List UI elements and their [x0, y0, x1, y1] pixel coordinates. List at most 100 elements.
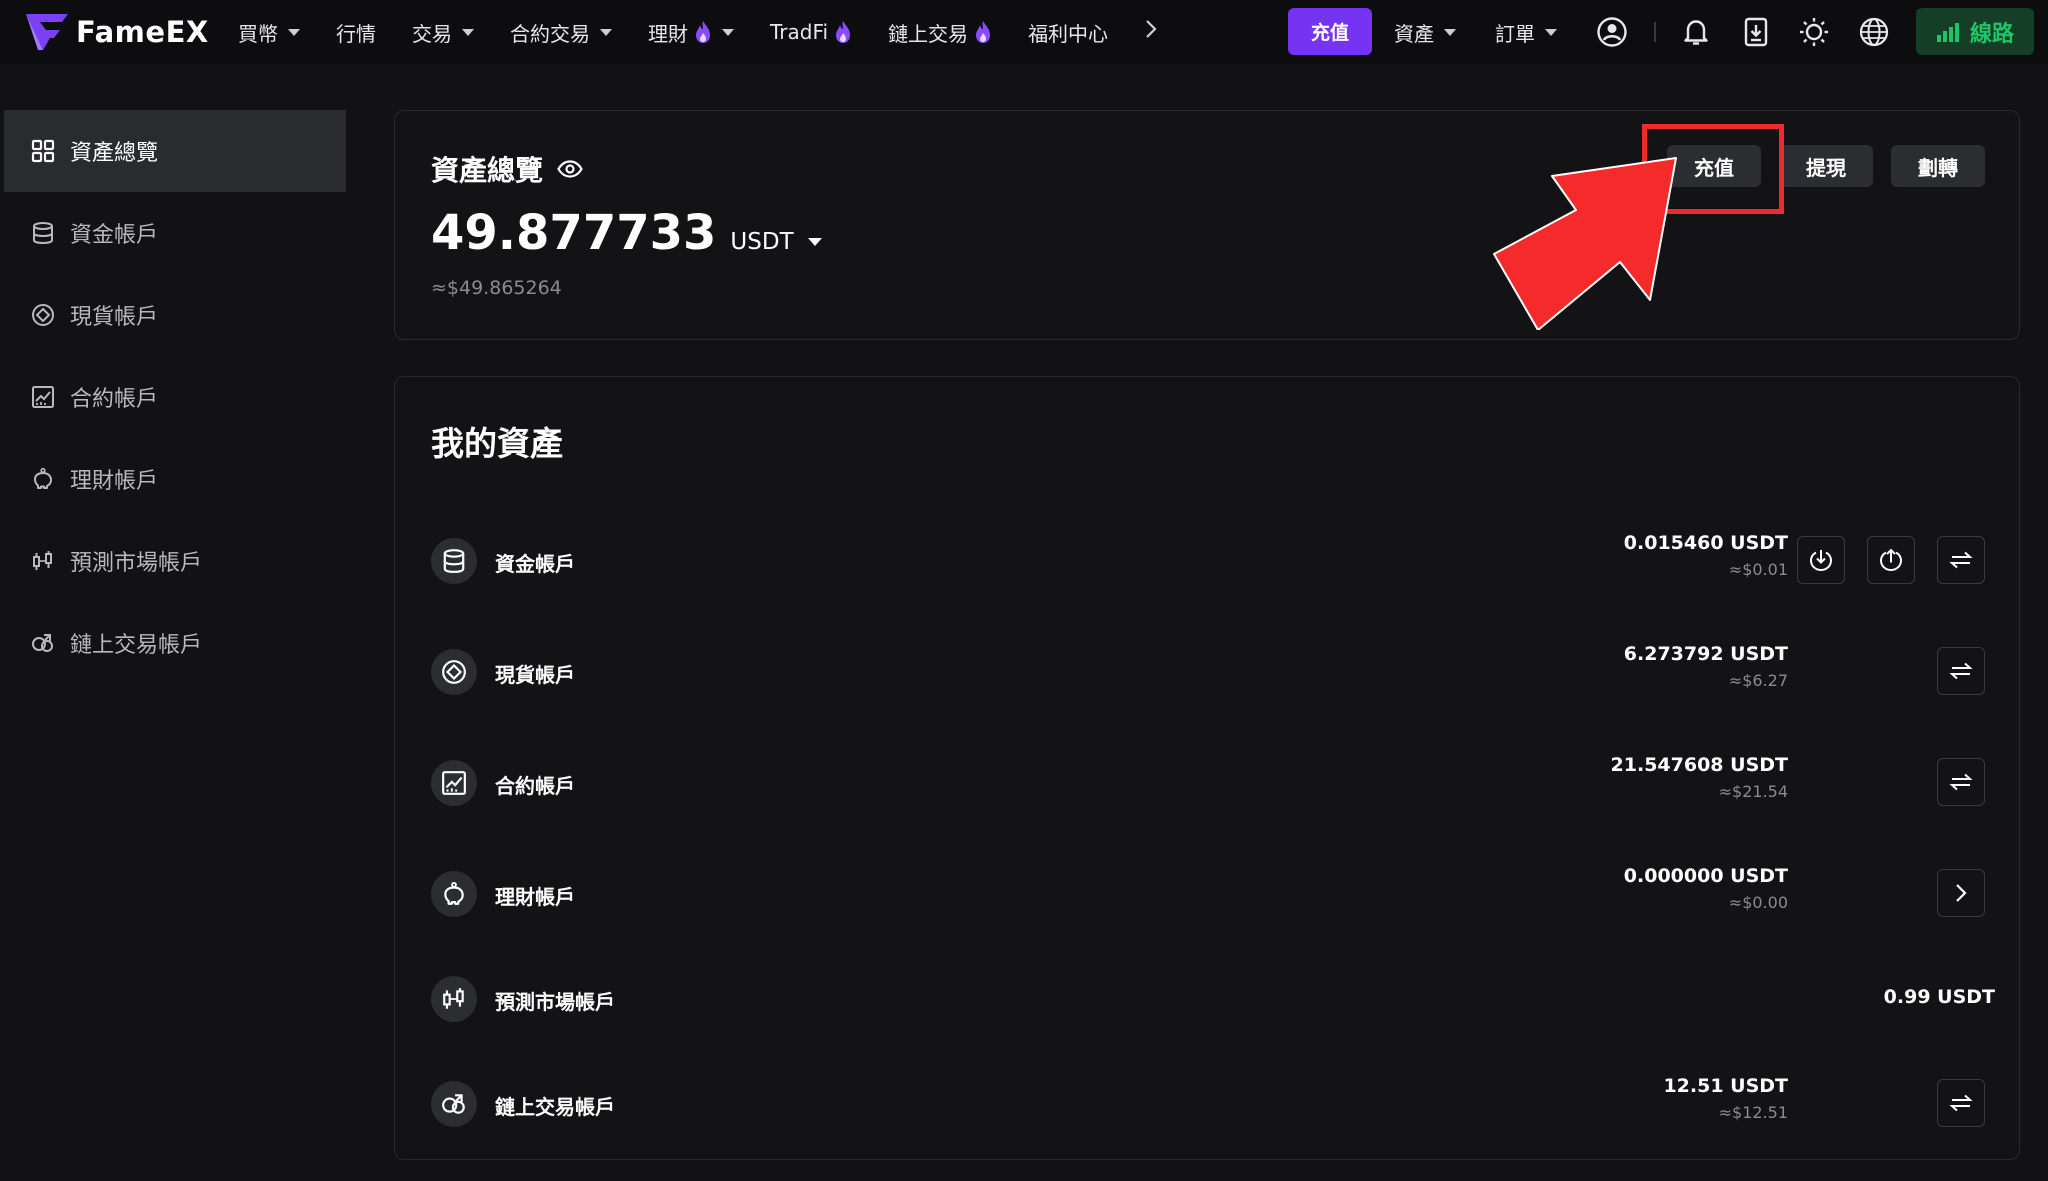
- asset-name: 資金帳戶: [495, 552, 575, 576]
- asset-row-earn: 理財帳戶 0.000000 USDT ≈$0.00: [431, 865, 1995, 925]
- transfer-button[interactable]: 劃轉: [1891, 145, 1985, 187]
- nav-label: 合約交易: [510, 21, 590, 46]
- eye-icon[interactable]: [557, 160, 583, 178]
- candles-icon: [30, 548, 56, 574]
- caret-down-icon: [462, 28, 474, 36]
- asset-amount: 12.51 USDT: [1663, 1075, 1788, 1097]
- transfer-icon[interactable]: [1937, 1079, 1985, 1127]
- asset-usd: ≈$12.51: [1718, 1103, 1788, 1122]
- nav-futures[interactable]: 合約交易: [510, 18, 612, 47]
- top-navbar: FameEX 買幣 行情 交易 合約交易 理財 TradFi 鏈上交易 福利中心…: [0, 0, 2048, 64]
- asset-name: 理財帳戶: [495, 885, 575, 909]
- caret-down-icon: [722, 28, 734, 36]
- sidebar-item-label: 理財帳戶: [70, 469, 159, 494]
- nav-label: 行情: [336, 21, 376, 46]
- chevron-right-icon[interactable]: [1144, 19, 1158, 45]
- asset-row-futures: 合約帳戶 21.547608 USDT ≈$21.54: [431, 754, 1995, 814]
- download-app-icon[interactable]: [1738, 14, 1774, 50]
- nav-markets[interactable]: 行情: [336, 18, 376, 47]
- total-usd-approx: ≈$49.865264: [431, 277, 562, 299]
- asset-name: 現貨帳戶: [495, 663, 575, 687]
- asset-amount: 0.000000 USDT: [1623, 865, 1788, 887]
- sidebar: 資產總覽 資金帳戶 現貨帳戶 合約帳戶 理財帳戶 預測市場帳戶 鏈上交易帳戶: [0, 64, 346, 1181]
- asset-row-prediction: 預測市場帳戶 0.99 USDT: [431, 970, 1995, 1030]
- withdraw-icon[interactable]: [1867, 536, 1915, 584]
- orders-menu[interactable]: 訂單: [1495, 18, 1557, 47]
- nav-buy-crypto[interactable]: 買幣: [238, 18, 300, 47]
- asset-usd: ≈$21.54: [1718, 782, 1788, 801]
- asset-name: 預測市場帳戶: [495, 990, 615, 1014]
- sidebar-item-label: 資金帳戶: [70, 223, 159, 248]
- asset-amount: 0.015460 USDT: [1623, 532, 1788, 554]
- nav-onchain[interactable]: 鏈上交易: [888, 18, 992, 47]
- sidebar-item-spot[interactable]: 現貨帳戶: [4, 274, 346, 356]
- nav-tradfi[interactable]: TradFi: [770, 20, 852, 44]
- spot-icon: [30, 302, 56, 328]
- piggy-icon: [431, 871, 477, 917]
- sidebar-item-prediction[interactable]: 預測市場帳戶: [4, 520, 346, 602]
- deposit-icon[interactable]: [1797, 536, 1845, 584]
- caret-down-icon: [288, 28, 300, 36]
- assets-menu[interactable]: 資產: [1394, 18, 1456, 47]
- asset-amount: 0.99 USDT: [1883, 986, 1995, 1008]
- sidebar-item-earn[interactable]: 理財帳戶: [4, 438, 346, 520]
- chart-icon: [431, 760, 477, 806]
- menu-label: 資產: [1394, 22, 1434, 46]
- sidebar-item-futures[interactable]: 合約帳戶: [4, 356, 346, 438]
- nav-earn[interactable]: 理財: [648, 18, 734, 47]
- user-icon[interactable]: [1594, 14, 1630, 50]
- fameex-logo-icon: [26, 14, 68, 50]
- grid-icon: [30, 138, 56, 164]
- asset-usd: ≈$0.01: [1728, 560, 1788, 579]
- nav-trade[interactable]: 交易: [412, 18, 474, 47]
- nav-rewards[interactable]: 福利中心: [1028, 18, 1108, 47]
- nav-label: 交易: [412, 21, 452, 46]
- divider: [1654, 22, 1656, 42]
- theme-sun-icon[interactable]: [1796, 14, 1832, 50]
- sidebar-item-overview[interactable]: 資產總覽: [4, 110, 346, 192]
- asset-name: 合約帳戶: [495, 774, 575, 798]
- database-icon: [30, 220, 56, 246]
- sidebar-item-funding[interactable]: 資金帳戶: [4, 192, 346, 274]
- flame-icon: [696, 21, 710, 43]
- transfer-icon[interactable]: [1937, 758, 1985, 806]
- signal-icon: [1936, 22, 1959, 42]
- bell-icon[interactable]: [1678, 14, 1714, 50]
- caret-down-icon: [807, 238, 822, 246]
- top-deposit-button[interactable]: 充值: [1288, 8, 1372, 55]
- network-line-button[interactable]: 線路: [1916, 8, 2034, 55]
- asset-value: 0.000000 USDT ≈$0.00: [1624, 865, 1788, 912]
- main-nav: 買幣 行情 交易 合約交易 理財 TradFi 鏈上交易 福利中心: [238, 0, 1158, 64]
- asset-amount: 6.273792 USDT: [1623, 643, 1788, 665]
- currency-selector[interactable]: USDT: [730, 229, 822, 255]
- currency-label: USDT: [730, 229, 794, 255]
- transfer-icon[interactable]: [1937, 647, 1985, 695]
- sidebar-item-onchain[interactable]: 鏈上交易帳戶: [4, 602, 346, 684]
- sidebar-item-label: 資產總覽: [70, 141, 159, 166]
- brand-name: FameEX: [76, 15, 209, 49]
- asset-value: 6.273792 USDT ≈$6.27: [1624, 643, 1788, 690]
- globe-icon[interactable]: [1856, 14, 1892, 50]
- red-arrow-annotation: [1493, 157, 1677, 330]
- candles-icon: [431, 976, 477, 1022]
- flame-icon: [976, 21, 991, 43]
- withdraw-button[interactable]: 提現: [1779, 145, 1873, 187]
- spot-icon: [431, 649, 477, 695]
- chevron-right-icon[interactable]: [1937, 869, 1985, 917]
- onchain-icon: [431, 1081, 477, 1127]
- flame-icon: [836, 21, 851, 43]
- asset-value: 0.015460 USDT ≈$0.01: [1624, 532, 1788, 579]
- fameex-logo[interactable]: FameEX: [26, 12, 209, 52]
- asset-amount: 21.547608 USDT: [1610, 754, 1788, 776]
- nav-label: 福利中心: [1028, 21, 1109, 46]
- overview-title-text: 資產總覽: [431, 154, 544, 187]
- piggy-icon: [30, 466, 56, 492]
- chart-icon: [30, 384, 56, 410]
- my-assets-card: 我的資產 資金帳戶 0.015460 USDT ≈$0.01 現貨帳戶 6.27…: [394, 376, 2020, 1160]
- asset-row-onchain: 鏈上交易帳戶 12.51 USDT ≈$12.51: [431, 1075, 1995, 1135]
- asset-usd: ≈$6.27: [1728, 671, 1788, 690]
- asset-name: 鏈上交易帳戶: [495, 1095, 615, 1119]
- total-balance: 49.877733 USDT: [431, 205, 822, 261]
- database-icon: [431, 538, 477, 584]
- transfer-icon[interactable]: [1937, 536, 1985, 584]
